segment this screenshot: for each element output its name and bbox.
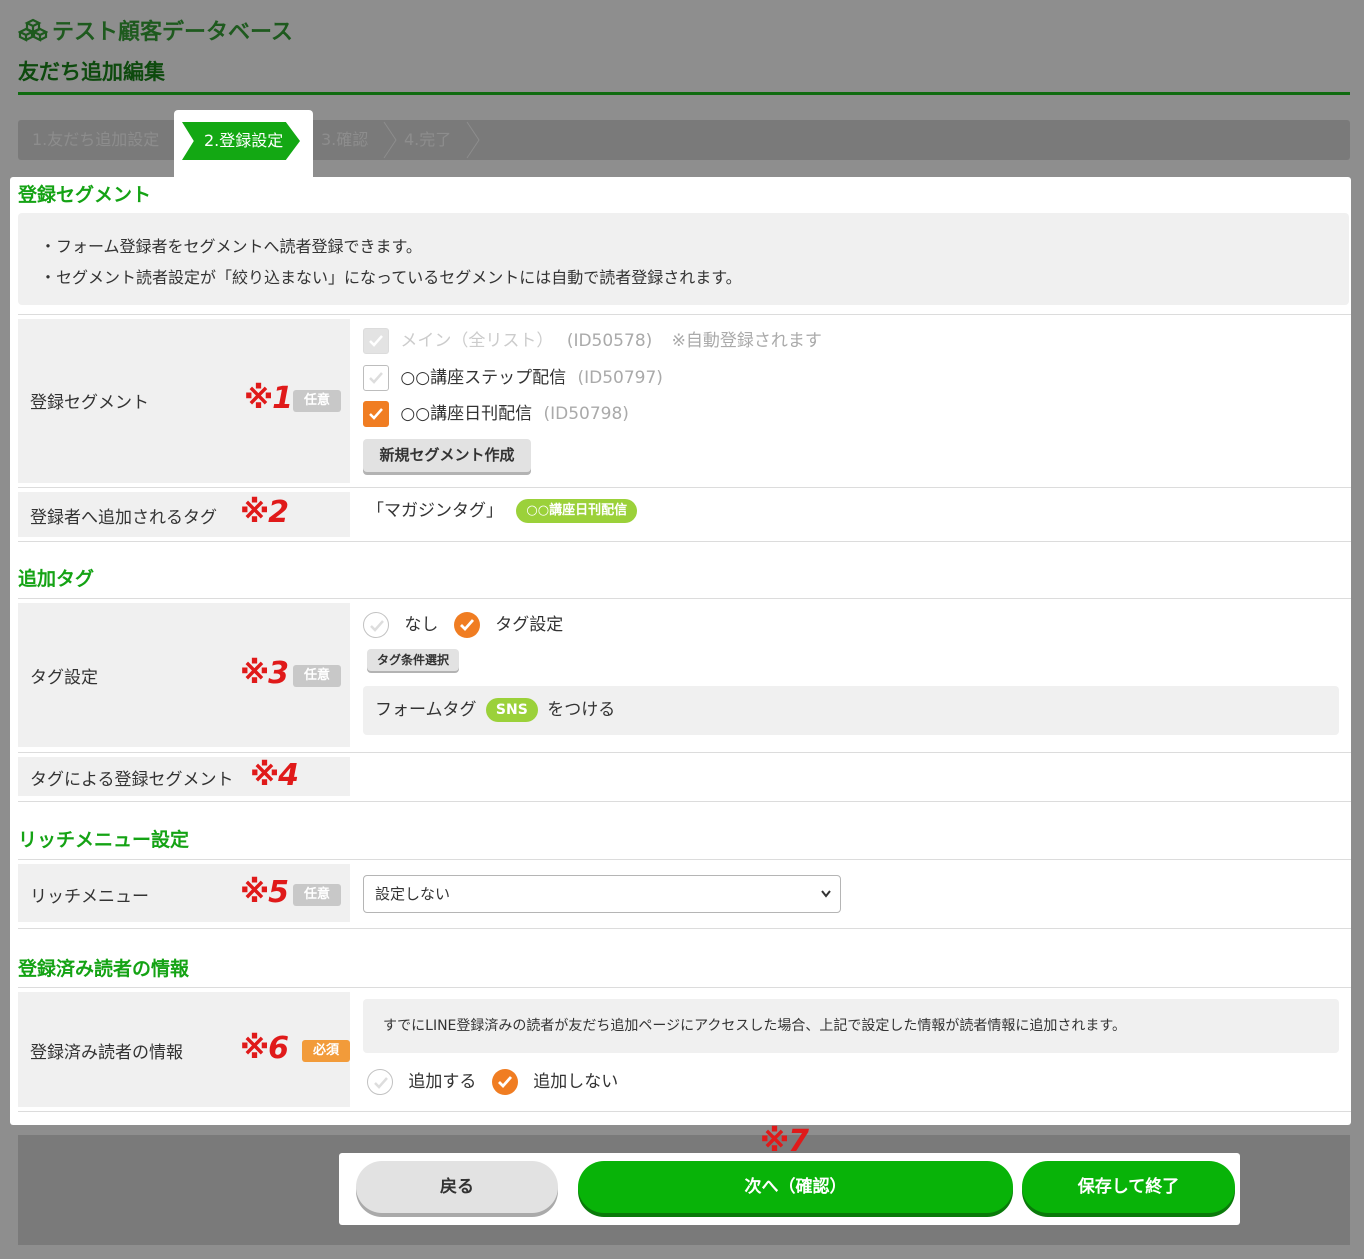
rich-menu-label-cell: リッチメニュー ※5 任意 [18, 864, 350, 922]
form-tag-pill: SNS [485, 698, 538, 722]
header: テスト顧客データベース 友だち追加編集 [18, 14, 1350, 86]
tag-added-label: 登録者へ追加されるタグ [30, 508, 217, 528]
create-segment-button[interactable]: 新規セグメント作成 [363, 439, 531, 472]
registered-label-cell: 登録済み読者の情報 ※6 必須 [18, 992, 350, 1107]
divider [18, 928, 1351, 929]
step-separator-icon [466, 121, 480, 159]
section-title-rich-menu: リッチメニュー設定 [18, 829, 190, 851]
required-badge: 必須 [302, 1040, 350, 1062]
annotation-mark-4: ※4 [250, 758, 299, 793]
section-title-segment: 登録セグメント [18, 184, 152, 206]
radio-none[interactable] [363, 612, 389, 638]
tag-prefix: 「マガジンタグ」 [367, 501, 503, 521]
step-3: 3.確認 [321, 130, 369, 149]
main-panel: 登録セグメント ・フォーム登録者をセグメントへ読者登録できます。 ・セグメント読… [10, 177, 1351, 1125]
section-title-registered: 登録済み読者の情報 [18, 958, 190, 980]
footer-button-bar: 戻る 次へ（確認） 保存して終了 [339, 1153, 1240, 1225]
next-confirm-button[interactable]: 次へ（確認） [578, 1161, 1013, 1213]
annotation-mark-3: ※3 [240, 656, 289, 691]
divider [18, 801, 1351, 802]
checkbox-unchecked[interactable] [363, 365, 389, 391]
annotation-mark-2: ※2 [240, 495, 289, 530]
step-active-tab: 2.登録設定 [174, 110, 313, 182]
divider [18, 487, 1351, 488]
radio-add[interactable] [367, 1069, 393, 1095]
divider [18, 987, 1351, 988]
segment-label-cell: 登録セグメント ※1 任意 [18, 319, 350, 483]
rich-menu-select-value: 設定しない [375, 885, 451, 903]
form-tag-box: フォームタグ SNS をつける [363, 686, 1339, 735]
step-4: 4.完了 [404, 130, 452, 149]
annotation-mark-1: ※1 [244, 381, 293, 416]
optional-badge: 任意 [293, 665, 341, 687]
info-line-2: ・セグメント読者設定が「絞り込まない」になっているセグメントには自動で読者登録さ… [40, 268, 742, 287]
tag-added-value: 「マガジンタグ」 ○○講座日刊配信 [367, 497, 638, 525]
segment-option-note: ※自動登録されます [671, 331, 822, 351]
tag-radio-group: なし タグ設定 [363, 611, 563, 639]
tag-added-label-cell: 登録者へ追加されるタグ ※2 [18, 492, 350, 537]
radio-tag-setting-label: タグ設定 [495, 615, 564, 635]
registered-info-box: すでにLINE登録済みの読者が友だち追加ページにアクセスした場合、上記で設定した… [363, 999, 1339, 1053]
checkbox-disabled [363, 328, 389, 354]
radio-no-add-label: 追加しない [533, 1072, 619, 1092]
segment-info-box: ・フォーム登録者をセグメントへ読者登録できます。 ・セグメント読者設定が「絞り込… [18, 213, 1349, 305]
segment-label: 登録セグメント [30, 393, 149, 413]
tag-condition-button[interactable]: タグ条件選択 [367, 649, 459, 671]
tag-segment-label-cell: タグによる登録セグメント ※4 [18, 757, 350, 796]
registered-label: 登録済み読者の情報 [30, 1043, 183, 1063]
app-title-text: テスト顧客データベース [52, 20, 293, 45]
section-title-tag: 追加タグ [18, 568, 95, 590]
title-divider [18, 92, 1350, 95]
step-1: 1.友だち追加設定 [32, 130, 160, 149]
page-title: 友だち追加編集 [18, 60, 165, 84]
radio-none-label: なし [404, 615, 439, 635]
tag-pill: ○○講座日刊配信 [516, 499, 638, 523]
app-title: テスト顧客データベース [18, 14, 1350, 46]
segment-option-main: メイン（全リスト） (ID50578) ※自動登録されます [363, 327, 822, 355]
segment-option-id: (ID50797) [577, 368, 663, 388]
step-2-active: 2.登録設定 [182, 122, 300, 160]
divider [18, 598, 1351, 599]
save-and-finish-button[interactable]: 保存して終了 [1022, 1161, 1235, 1213]
chevron-down-icon [821, 890, 831, 898]
radio-no-add[interactable] [491, 1069, 518, 1095]
checkbox-checked[interactable] [363, 401, 389, 427]
divider [18, 541, 1351, 542]
tag-segment-label: タグによる登録セグメント [30, 770, 234, 790]
radio-add-label: 追加する [408, 1072, 477, 1092]
tag-setting-label: タグ設定 [30, 668, 98, 688]
segment-option-id: (ID50798) [543, 404, 629, 424]
optional-badge: 任意 [293, 884, 341, 906]
divider [18, 314, 1351, 315]
cubes-icon [18, 18, 48, 42]
step-separator-icon [383, 121, 397, 159]
segment-option-daily[interactable]: ○○講座日刊配信 (ID50798) [363, 400, 629, 428]
form-tag-suffix: をつける [547, 700, 616, 720]
radio-tag-setting[interactable] [453, 612, 480, 638]
annotation-mark-5: ※5 [240, 875, 289, 910]
annotation-mark-6: ※6 [240, 1031, 289, 1066]
divider [18, 1111, 1351, 1112]
segment-option-name: ○○講座ステップ配信 [400, 368, 567, 388]
registered-radio-group: 追加する 追加しない [367, 1068, 618, 1096]
form-tag-prefix: フォームタグ [375, 700, 477, 720]
rich-menu-select[interactable]: 設定しない [363, 875, 841, 913]
segment-option-name: ○○講座日刊配信 [400, 404, 533, 424]
rich-menu-label: リッチメニュー [30, 887, 149, 907]
tag-setting-label-cell: タグ設定 ※3 任意 [18, 603, 350, 747]
segment-option-step[interactable]: ○○講座ステップ配信 (ID50797) [363, 364, 663, 392]
info-line-1: ・フォーム登録者をセグメントへ読者登録できます。 [40, 237, 422, 256]
segment-option-id: (ID50578) [566, 331, 653, 351]
segment-option-name: メイン（全リスト） [400, 331, 554, 351]
divider [18, 859, 1351, 860]
divider [18, 752, 1351, 753]
optional-badge: 任意 [293, 390, 341, 412]
back-button[interactable]: 戻る [356, 1161, 558, 1213]
